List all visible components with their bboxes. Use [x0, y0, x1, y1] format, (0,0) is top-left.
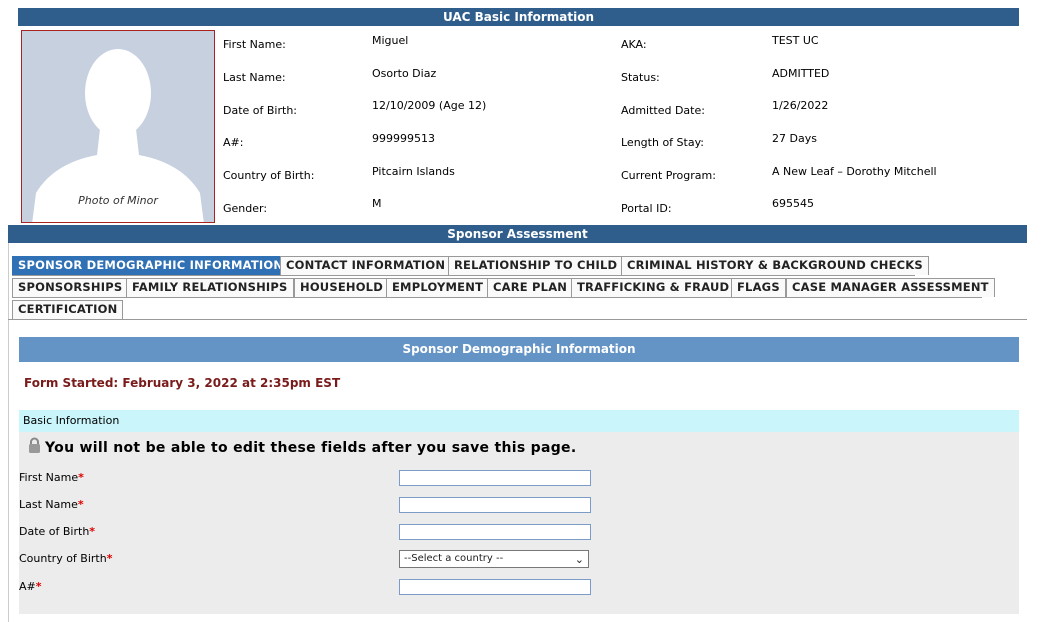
- sponsor-anum-input[interactable]: [399, 579, 591, 595]
- tab-content-divider: [8, 319, 1027, 320]
- length-of-stay-label: Length of Stay:: [621, 136, 704, 149]
- country-value: Pitcairn Islands: [372, 165, 455, 178]
- sponsor-country-label: Country of Birth*: [19, 552, 113, 565]
- tab-relationship-to-child[interactable]: RELATIONSHIP TO CHILD: [448, 256, 624, 275]
- lock-note-text: You will not be able to edit these field…: [45, 440, 577, 456]
- first-name-value: Miguel: [372, 34, 409, 47]
- lock-note: You will not be able to edit these field…: [28, 437, 576, 458]
- country-select-value: --Select a country --: [404, 553, 504, 564]
- photo-caption: Photo of Minor: [78, 194, 158, 207]
- basic-information-heading: Basic Information: [19, 410, 1019, 432]
- form-started-text: Form Started: February 3, 2022 at 2:35pm…: [24, 376, 341, 390]
- tab-family-relationships[interactable]: FAMILY RELATIONSHIPS: [126, 278, 294, 297]
- gender-value: M: [372, 197, 382, 210]
- gender-label: Gender:: [223, 202, 268, 215]
- sponsor-country-select[interactable]: --Select a country -- ⌄: [399, 550, 589, 568]
- last-name-label: Last Name:: [223, 71, 286, 84]
- length-of-stay-value: 27 Days: [772, 132, 817, 145]
- minor-photo: Photo of Minor: [21, 30, 215, 223]
- chevron-down-icon: ⌄: [574, 553, 584, 566]
- sponsor-first-name-label: First Name*: [19, 471, 84, 484]
- dob-value: 12/10/2009 (Age 12): [372, 99, 487, 112]
- tab-criminal-history[interactable]: CRIMINAL HISTORY & BACKGROUND CHECKS: [621, 256, 929, 275]
- section-title: Sponsor Demographic Information: [19, 337, 1019, 362]
- sponsor-assessment-header: Sponsor Assessment: [8, 225, 1027, 243]
- tab-row-divider: [12, 275, 915, 276]
- tab-case-manager-assessment[interactable]: CASE MANAGER ASSESSMENT: [786, 278, 995, 297]
- anum-value: 999999513: [372, 132, 435, 145]
- tab-employment[interactable]: EMPLOYMENT: [386, 278, 490, 297]
- required-marker: *: [106, 552, 113, 565]
- tab-household[interactable]: HOUSEHOLD: [294, 278, 389, 297]
- status-label: Status:: [621, 71, 660, 84]
- current-program-value: A New Leaf – Dorothy Mitchell: [772, 165, 937, 178]
- required-marker: *: [78, 471, 84, 484]
- status-value: ADMITTED: [772, 67, 830, 80]
- admitted-date-value: 1/26/2022: [772, 99, 829, 112]
- country-label: Country of Birth:: [223, 169, 315, 182]
- uac-header: UAC Basic Information: [18, 8, 1019, 26]
- sponsor-dob-input[interactable]: [399, 524, 591, 540]
- lock-icon: [28, 437, 41, 458]
- page: UAC Basic Information Photo of Minor Fir…: [0, 0, 1041, 622]
- tab-flags[interactable]: FLAGS: [731, 278, 786, 297]
- sponsor-dob-label: Date of Birth*: [19, 525, 96, 538]
- dob-label: Date of Birth:: [223, 104, 298, 117]
- required-marker: *: [89, 525, 96, 538]
- sponsor-anum-label: A#*: [19, 580, 42, 593]
- tab-sponsor-demographic-information[interactable]: SPONSOR DEMOGRAPHIC INFORMATION: [12, 256, 290, 275]
- tab-row-divider: [12, 297, 982, 298]
- sponsor-last-name-label: Last Name*: [19, 498, 84, 511]
- aka-label: AKA:: [621, 38, 647, 51]
- tab-certification[interactable]: CERTIFICATION: [12, 300, 124, 319]
- portal-id-value: 695545: [772, 197, 814, 210]
- first-name-label: First Name:: [223, 38, 286, 51]
- sponsor-first-name-input[interactable]: [399, 470, 591, 486]
- tab-sponsorships[interactable]: SPONSORSHIPS: [12, 278, 129, 297]
- tab-trafficking-fraud[interactable]: TRAFFICKING & FRAUD: [571, 278, 736, 297]
- anum-label: A#:: [223, 136, 244, 149]
- tab-care-plan[interactable]: CARE PLAN: [487, 278, 574, 297]
- last-name-value: Osorto Diaz: [372, 67, 437, 80]
- tab-contact-information[interactable]: CONTACT INFORMATION: [280, 256, 452, 275]
- required-marker: *: [77, 498, 84, 511]
- required-marker: *: [35, 580, 42, 593]
- admitted-date-label: Admitted Date:: [621, 104, 705, 117]
- aka-value: TEST UC: [772, 34, 819, 47]
- portal-id-label: Portal ID:: [621, 202, 672, 215]
- sponsor-last-name-input[interactable]: [399, 497, 591, 513]
- current-program-label: Current Program:: [621, 169, 716, 182]
